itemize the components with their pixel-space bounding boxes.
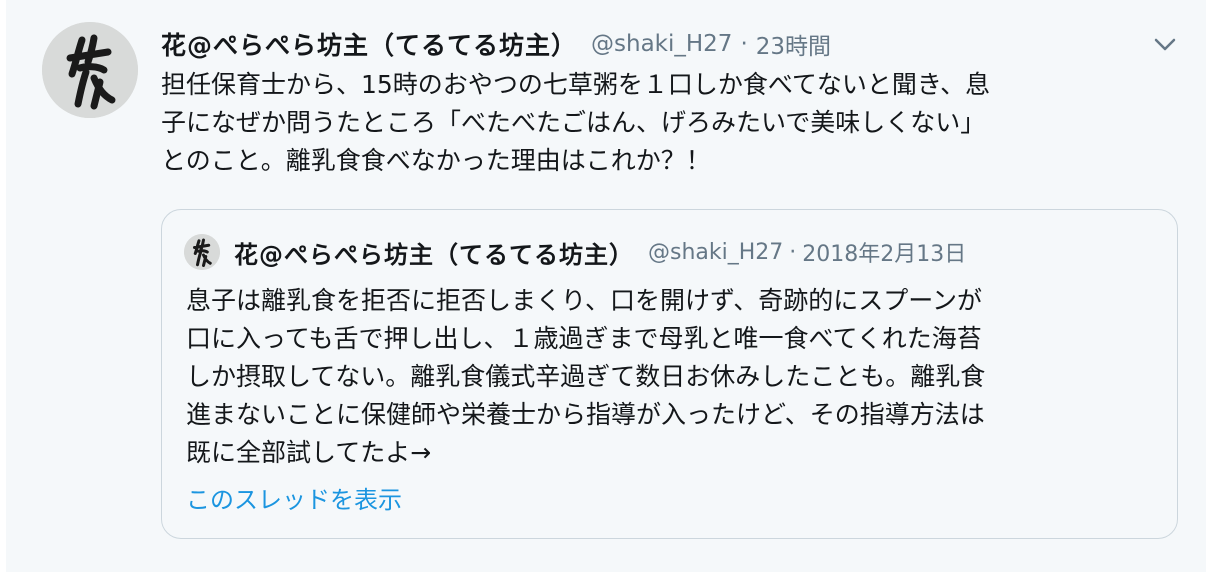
- separator: ·: [740, 31, 748, 57]
- tweet-menu-button[interactable]: [1151, 32, 1179, 56]
- tweet-card[interactable]: 花@ぺらぺら坊主（てるてる坊主） @shaki_H27 · 23時間 担任保育士…: [6, 0, 1206, 572]
- calligraphy-avatar-icon: [42, 22, 138, 118]
- tweet-header: 花@ぺらぺら坊主（てるてる坊主） @shaki_H27 · 23時間: [161, 24, 831, 64]
- quoted-avatar[interactable]: [184, 234, 220, 270]
- quoted-tweet[interactable]: 花@ぺらぺら坊主（てるてる坊主） @shaki_H27 · 2018年2月13日…: [161, 209, 1178, 539]
- quoted-user-handle[interactable]: @shaki_H27: [648, 240, 783, 265]
- separator: ·: [789, 239, 797, 265]
- user-handle[interactable]: @shaki_H27: [591, 31, 732, 57]
- quoted-date: 2018年2月13日: [802, 242, 967, 267]
- quoted-header: 花@ぺらぺら坊主（てるてる坊主） @shaki_H27 · 2018年2月13日: [234, 232, 966, 272]
- show-thread-link[interactable]: このスレッドを表示: [186, 480, 402, 515]
- display-name[interactable]: 花@ぺらぺら坊主（てるてる坊主）: [161, 26, 577, 62]
- tweet-text: 担任保育士から、15時のおやつの七草粥を１口しか食べてないと聞き、息 子になぜか…: [161, 70, 991, 175]
- quoted-text: 息子は離乳食を拒否に拒否しまくり、口を開けず、奇跡的にスプーンが 口に入っても舌…: [186, 286, 986, 467]
- timestamp[interactable]: 23時間: [756, 27, 831, 61]
- chevron-down-icon: [1154, 38, 1176, 51]
- calligraphy-avatar-icon: [184, 234, 220, 270]
- avatar[interactable]: [42, 22, 138, 118]
- quoted-display-name[interactable]: 花@ぺらぺら坊主（てるてる坊主）: [234, 235, 634, 270]
